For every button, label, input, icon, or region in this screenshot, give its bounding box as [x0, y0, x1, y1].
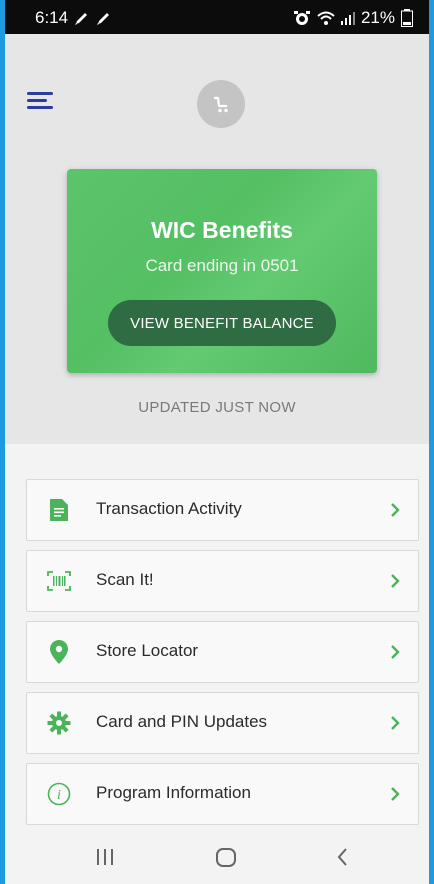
document-icon: [47, 498, 71, 522]
battery-percent: 21%: [360, 8, 395, 27]
scan-it-item[interactable]: Scan It!: [26, 550, 419, 612]
menu-button[interactable]: [27, 92, 55, 114]
pen-notification-icon: [74, 10, 90, 26]
svg-text:i: i: [57, 788, 61, 803]
home-icon: [216, 848, 236, 867]
chevron-right-icon: [391, 574, 400, 588]
store-locator-item[interactable]: Store Locator: [26, 621, 419, 683]
battery-icon: [401, 9, 413, 27]
info-icon: i: [47, 782, 71, 806]
scalloped-divider: [5, 430, 429, 444]
menu-item-label: Card and PIN Updates: [96, 712, 268, 731]
card-and-pin-updates-item[interactable]: Card and PIN Updates: [26, 692, 419, 754]
phone-screen: 6:14 21% WIC Benefits Card ending in 050…: [5, 0, 429, 884]
chevron-right-icon: [391, 645, 400, 659]
view-benefit-balance-button[interactable]: VIEW BENEFIT BALANCE: [108, 300, 336, 346]
chevron-right-icon: [391, 716, 400, 730]
status-left: 6:14: [35, 8, 112, 28]
home-button[interactable]: [215, 846, 237, 873]
alarm-icon: [293, 10, 311, 26]
pen-notification-icon: [96, 10, 112, 26]
signal-icon: [340, 10, 355, 26]
updated-status: UPDATED JUST NOW: [138, 399, 296, 416]
status-time: 6:14: [35, 8, 69, 27]
location-pin-icon: [47, 640, 71, 664]
chevron-right-icon: [391, 787, 400, 801]
recent-apps-icon: [97, 849, 113, 865]
recent-apps-button[interactable]: [95, 846, 115, 873]
benefit-card: WIC Benefits Card ending in 0501 VIEW BE…: [67, 169, 377, 373]
card-title: WIC Benefits: [151, 217, 293, 243]
menu-item-label: Transaction Activity: [96, 499, 242, 518]
back-button[interactable]: [335, 846, 351, 873]
menu-item-label: Store Locator: [96, 641, 199, 660]
barcode-scan-icon: [47, 569, 71, 593]
status-right: 21%: [293, 8, 413, 28]
benefits-header: WIC Benefits Card ending in 0501 VIEW BE…: [5, 34, 429, 444]
program-information-item[interactable]: i Program Information: [26, 763, 419, 825]
menu-item-label: Program Information: [96, 783, 251, 802]
chevron-right-icon: [391, 503, 400, 517]
menu-item-label: Scan It!: [96, 570, 154, 589]
system-navigation-bar: [5, 832, 429, 884]
hamburger-icon: [27, 92, 53, 95]
transaction-activity-item[interactable]: Transaction Activity: [26, 479, 419, 541]
back-icon: [337, 848, 347, 866]
cart-icon: [214, 96, 228, 113]
status-bar: 6:14 21%: [5, 0, 429, 34]
wifi-icon: [317, 10, 335, 26]
gear-icon: [47, 711, 71, 735]
cart-button[interactable]: [197, 80, 245, 128]
card-subtitle: Card ending in 0501: [145, 256, 299, 275]
